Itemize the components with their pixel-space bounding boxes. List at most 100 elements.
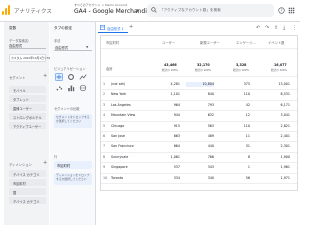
bar-chart-icon[interactable]	[67, 84, 75, 92]
row-rank: 8	[103, 154, 106, 159]
rows-drop-hint: ディメンションをドロップするか選択してください	[56, 173, 90, 181]
row-city[interactable]: Mountain View	[111, 113, 135, 117]
add-tab-button[interactable]: +	[129, 24, 133, 30]
row-value: 13,001	[278, 82, 290, 86]
visualization-label: ビジュアリゼーション	[54, 67, 86, 71]
row-value: 2,401	[280, 134, 290, 138]
divider	[101, 48, 297, 49]
row-value: 343	[207, 165, 214, 170]
segment-label: モバイル	[13, 89, 26, 93]
row-value: 110	[243, 123, 250, 128]
total-value: 32,170	[197, 63, 210, 67]
dimension-label: デバイス カテゴリ	[13, 200, 40, 204]
date-range-value: カスタム 2022年10月1日〜31日	[11, 56, 54, 60]
row-value: 537	[173, 165, 180, 170]
row-divider	[101, 172, 297, 174]
table-viz-icon[interactable]	[55, 73, 63, 81]
apps-icon[interactable]	[288, 7, 295, 14]
geo-map-icon[interactable]	[79, 84, 87, 92]
row-value: 1,061	[170, 154, 180, 159]
row-value: 1,900	[280, 154, 290, 159]
row-city[interactable]: Los Angeles	[111, 103, 131, 107]
row-value: 110	[243, 92, 250, 97]
row-value: 1,961	[280, 165, 290, 170]
row-city[interactable]: Singapore	[111, 165, 128, 169]
column-header[interactable]: 新規ユーザー	[200, 40, 220, 45]
svg-text:?: ?	[280, 8, 282, 13]
account-breadcrumb[interactable]: すべてのアカウント > Demo Account	[74, 3, 127, 7]
row-value: 6,531	[280, 92, 290, 97]
row-city[interactable]: San Jose	[111, 134, 125, 138]
row-value: 1	[247, 165, 250, 170]
segment-compare-label: セグメントの比較	[54, 107, 80, 111]
row-divider	[101, 89, 297, 91]
row-divider	[101, 110, 297, 112]
dimension-header[interactable]: 市区町村	[106, 40, 119, 45]
scatter-chart-icon[interactable]	[55, 84, 63, 92]
column-header[interactable]: イベント数	[268, 40, 284, 45]
tab-label: 自由形式 1	[107, 27, 124, 31]
row-divider	[101, 99, 297, 101]
segment-drop-hint: セグメントをドロップするか選択してください	[56, 115, 90, 123]
search-placeholder[interactable]: 「アクティブなアカウント数」を検索	[160, 8, 221, 13]
segment-label: アクティブユーザー	[13, 125, 42, 129]
row-value: 632	[207, 113, 214, 118]
row-city[interactable]: Chicago	[111, 124, 124, 128]
column-header[interactable]: ユーザー	[162, 40, 175, 45]
row-city[interactable]: (not set)	[111, 82, 125, 86]
row-rank: 5	[103, 123, 106, 128]
row-divider	[101, 120, 297, 122]
row-value: 489	[207, 134, 214, 138]
row-value: 56	[245, 175, 250, 180]
row-value: 563	[207, 123, 214, 128]
row-city[interactable]: San Francisco	[111, 144, 134, 148]
line-chart-icon[interactable]	[79, 73, 87, 81]
row-divider	[101, 183, 297, 184]
add-segment-button[interactable]: +	[43, 73, 47, 79]
total-share: 総計の 100%	[233, 69, 250, 72]
row-value: 964	[173, 102, 180, 107]
row-rank: 10	[103, 175, 108, 180]
row-value: 793	[207, 102, 214, 107]
row-value: 4,281	[170, 82, 180, 86]
row-value: 31	[245, 144, 250, 149]
tab-settings-panel: タブの設定 手法 自由形式 ▼ ビジュアリゼーション セグメントの比較 セグメン…	[50, 22, 96, 225]
row-value: 664	[173, 144, 180, 149]
row-value: 3,041	[280, 113, 290, 118]
row-value: 8	[247, 154, 250, 159]
tab-settings-header: タブの設定	[54, 26, 72, 30]
dimensions-title: ディメンション	[9, 163, 32, 167]
more-icon[interactable]: ⋮	[292, 25, 297, 31]
divider	[101, 76, 297, 77]
add-dimension-button[interactable]: +	[43, 160, 47, 166]
row-value: 915	[173, 123, 180, 128]
row-rank: 2	[103, 92, 106, 97]
row-value: 340	[207, 175, 214, 180]
row-city[interactable]: New York	[111, 92, 126, 96]
analytics-logo[interactable]	[2, 5, 11, 15]
donut-chart-icon[interactable]	[67, 73, 75, 81]
redo-icon[interactable]: ↷	[265, 25, 269, 31]
row-value: 334	[173, 175, 180, 180]
undo-icon[interactable]: ↶	[256, 25, 260, 31]
row-dimension-value: 市区町村	[57, 164, 71, 168]
row-value: 663	[173, 134, 180, 138]
dimension-label: デバイス カテゴリ	[13, 173, 40, 177]
row-city[interactable]: Toronto	[111, 176, 123, 180]
search-icon[interactable]	[151, 7, 157, 13]
row-value: 766	[207, 154, 214, 159]
row-city[interactable]: Sunnyvale	[111, 155, 128, 159]
segment-label: ストロングポルテル	[13, 116, 42, 120]
share-icon[interactable]: ⇪	[274, 25, 278, 31]
help-icon[interactable]: ?	[278, 7, 285, 14]
chevron-down-icon[interactable]: ▼	[136, 8, 139, 13]
row-value: 1,101	[170, 92, 180, 97]
chevron-down-icon[interactable]: ▼	[86, 45, 88, 49]
total-value: 16,077	[274, 63, 287, 67]
row-rank: 4	[103, 113, 106, 118]
download-icon[interactable]: ⤓	[283, 25, 285, 31]
row-divider	[101, 141, 297, 143]
total-value: 3,328	[236, 63, 247, 67]
column-header[interactable]: エンゲージ…	[236, 40, 256, 45]
total-share: 総計の 100%	[195, 69, 212, 72]
